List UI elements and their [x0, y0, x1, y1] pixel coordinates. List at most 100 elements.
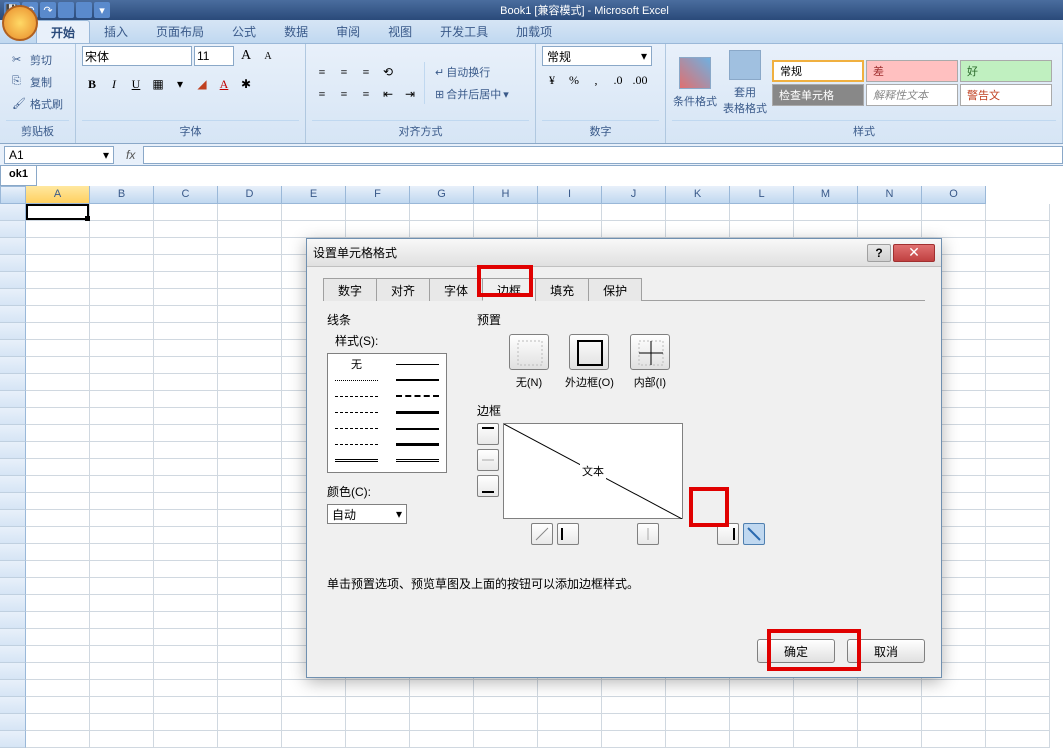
- cell[interactable]: [986, 306, 1050, 323]
- row-header[interactable]: [0, 612, 26, 629]
- cell[interactable]: [154, 204, 218, 221]
- cell[interactable]: [218, 391, 282, 408]
- cell[interactable]: [26, 493, 90, 510]
- cell[interactable]: [90, 595, 154, 612]
- cell[interactable]: [922, 680, 986, 697]
- row-header[interactable]: [0, 323, 26, 340]
- line-style-12[interactable]: [330, 455, 383, 467]
- dlg-tab-protection[interactable]: 保护: [588, 278, 642, 301]
- comma-icon[interactable]: ,: [586, 70, 606, 90]
- increase-indent-icon[interactable]: ⇥: [400, 84, 420, 104]
- cell[interactable]: [218, 357, 282, 374]
- cell[interactable]: [474, 697, 538, 714]
- dialog-close-button[interactable]: ✕: [893, 244, 935, 262]
- cell[interactable]: [858, 714, 922, 731]
- merge-center-button[interactable]: ⊞合并后居中▾: [431, 84, 513, 104]
- cell[interactable]: [154, 238, 218, 255]
- dlg-tab-number[interactable]: 数字: [323, 278, 377, 301]
- cell[interactable]: [90, 425, 154, 442]
- cell[interactable]: [90, 544, 154, 561]
- formula-input[interactable]: [143, 146, 1063, 164]
- cell[interactable]: [922, 204, 986, 221]
- cell[interactable]: [730, 731, 794, 748]
- line-style-4[interactable]: [330, 390, 383, 402]
- border-hmid-icon[interactable]: [477, 449, 499, 471]
- cell[interactable]: [154, 697, 218, 714]
- cell[interactable]: [538, 221, 602, 238]
- cell[interactable]: [282, 680, 346, 697]
- cell[interactable]: [986, 612, 1050, 629]
- col-header-N[interactable]: N: [858, 186, 922, 204]
- row-header[interactable]: [0, 510, 26, 527]
- cell[interactable]: [90, 612, 154, 629]
- style-warn[interactable]: 警告文: [960, 84, 1052, 106]
- row-header[interactable]: [0, 272, 26, 289]
- row-header[interactable]: [0, 493, 26, 510]
- style-note[interactable]: 解释性文本: [866, 84, 958, 106]
- cell[interactable]: [26, 323, 90, 340]
- cell[interactable]: [90, 442, 154, 459]
- line-style-10[interactable]: [330, 439, 383, 451]
- row-header[interactable]: [0, 425, 26, 442]
- cell[interactable]: [90, 561, 154, 578]
- cell[interactable]: [90, 527, 154, 544]
- col-header-A[interactable]: A: [26, 186, 90, 204]
- cell[interactable]: [218, 714, 282, 731]
- align-bottom-icon[interactable]: ≡: [356, 62, 376, 82]
- cell[interactable]: [154, 221, 218, 238]
- increase-decimal-icon[interactable]: .0: [608, 70, 628, 90]
- cell[interactable]: [154, 646, 218, 663]
- cell[interactable]: [154, 391, 218, 408]
- cell[interactable]: [474, 714, 538, 731]
- cell[interactable]: [26, 612, 90, 629]
- cell[interactable]: [986, 221, 1050, 238]
- cell[interactable]: [26, 459, 90, 476]
- row-header[interactable]: [0, 595, 26, 612]
- cell[interactable]: [410, 697, 474, 714]
- cell[interactable]: [986, 561, 1050, 578]
- cell[interactable]: [602, 204, 666, 221]
- line-style-3[interactable]: [391, 374, 444, 386]
- cell[interactable]: [218, 612, 282, 629]
- border-left-icon[interactable]: [557, 523, 579, 545]
- cell[interactable]: [218, 663, 282, 680]
- style-bad[interactable]: 差: [866, 60, 958, 82]
- decrease-decimal-icon[interactable]: .00: [630, 70, 650, 90]
- cell[interactable]: [986, 442, 1050, 459]
- cell[interactable]: [986, 289, 1050, 306]
- row-header[interactable]: [0, 340, 26, 357]
- cell[interactable]: [474, 221, 538, 238]
- cell[interactable]: [986, 476, 1050, 493]
- row-header[interactable]: [0, 544, 26, 561]
- cell[interactable]: [90, 221, 154, 238]
- line-style-13[interactable]: [391, 455, 444, 467]
- bold-button[interactable]: B: [82, 74, 102, 94]
- cell[interactable]: [346, 731, 410, 748]
- cell[interactable]: [410, 204, 474, 221]
- cell[interactable]: [154, 289, 218, 306]
- row-header[interactable]: [0, 714, 26, 731]
- cell[interactable]: [90, 493, 154, 510]
- cell[interactable]: [218, 340, 282, 357]
- cell[interactable]: [218, 493, 282, 510]
- cell[interactable]: [26, 306, 90, 323]
- currency-icon[interactable]: ¥: [542, 70, 562, 90]
- cell[interactable]: [218, 476, 282, 493]
- cell[interactable]: [154, 255, 218, 272]
- cell[interactable]: [26, 374, 90, 391]
- cell[interactable]: [26, 408, 90, 425]
- cell[interactable]: [90, 731, 154, 748]
- percent-icon[interactable]: %: [564, 70, 584, 90]
- cell[interactable]: [218, 425, 282, 442]
- underline-button[interactable]: U: [126, 74, 146, 94]
- copy-button[interactable]: ⎘复制: [8, 72, 67, 92]
- tab-addins[interactable]: 加载项: [502, 20, 566, 43]
- cell[interactable]: [26, 238, 90, 255]
- border-bottom-icon[interactable]: [477, 475, 499, 497]
- cell[interactable]: [986, 493, 1050, 510]
- cell[interactable]: [986, 255, 1050, 272]
- font-color-button[interactable]: A: [214, 74, 234, 94]
- cell[interactable]: [154, 408, 218, 425]
- cell[interactable]: [90, 646, 154, 663]
- cell[interactable]: [26, 425, 90, 442]
